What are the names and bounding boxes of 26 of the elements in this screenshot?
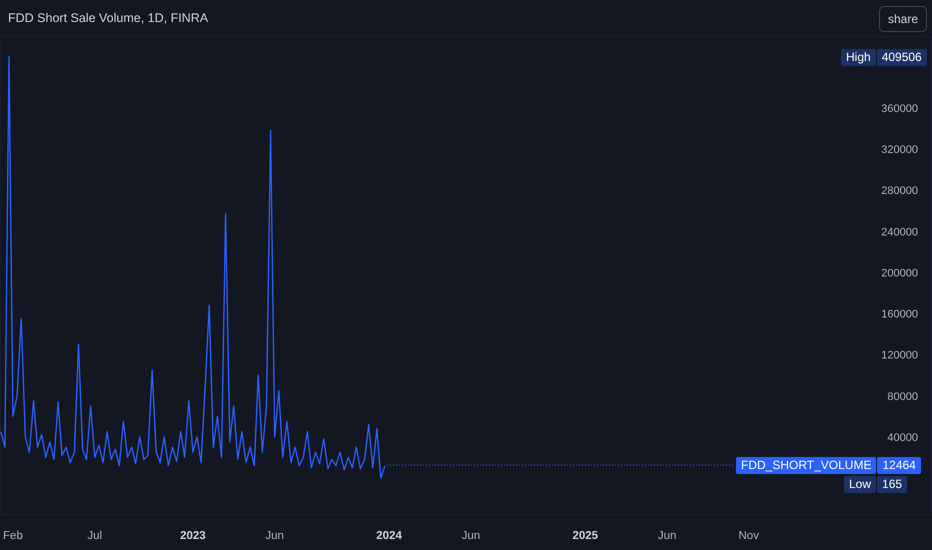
chart-title: FDD Short Sale Volume, 1D, FINRA: [8, 11, 208, 25]
marker-label: Low: [844, 476, 876, 493]
axis-label: Nov: [738, 530, 759, 542]
axis-label: Feb: [3, 530, 23, 542]
axis-label: 2023: [180, 530, 206, 542]
axis-label: 2025: [572, 530, 598, 542]
share-button[interactable]: share: [878, 6, 927, 32]
axis-label: 200000: [881, 267, 918, 280]
value-label: 165: [877, 476, 908, 493]
axis-label: 80000: [887, 390, 918, 403]
axis-label: 280000: [881, 185, 918, 198]
axis-label: Jun: [658, 530, 676, 542]
axis-label: 120000: [881, 350, 918, 362]
axis-label: Jun: [265, 530, 284, 542]
value-label: 409506: [876, 48, 927, 66]
axis-label: 360000: [881, 102, 918, 115]
axis-label: Jul: [87, 530, 102, 542]
axis-label: 2024: [376, 530, 402, 542]
axis-label: 240000: [881, 226, 918, 238]
axis-label: 320000: [881, 144, 918, 156]
value-label: 12464: [877, 456, 921, 474]
series-label: FDD_SHORT_VOLUME: [736, 456, 876, 474]
axis-label: 160000: [881, 308, 918, 321]
marker-label: High: [841, 48, 876, 66]
axis-label: 40000: [887, 432, 918, 444]
axis-label: Jun: [462, 530, 480, 542]
